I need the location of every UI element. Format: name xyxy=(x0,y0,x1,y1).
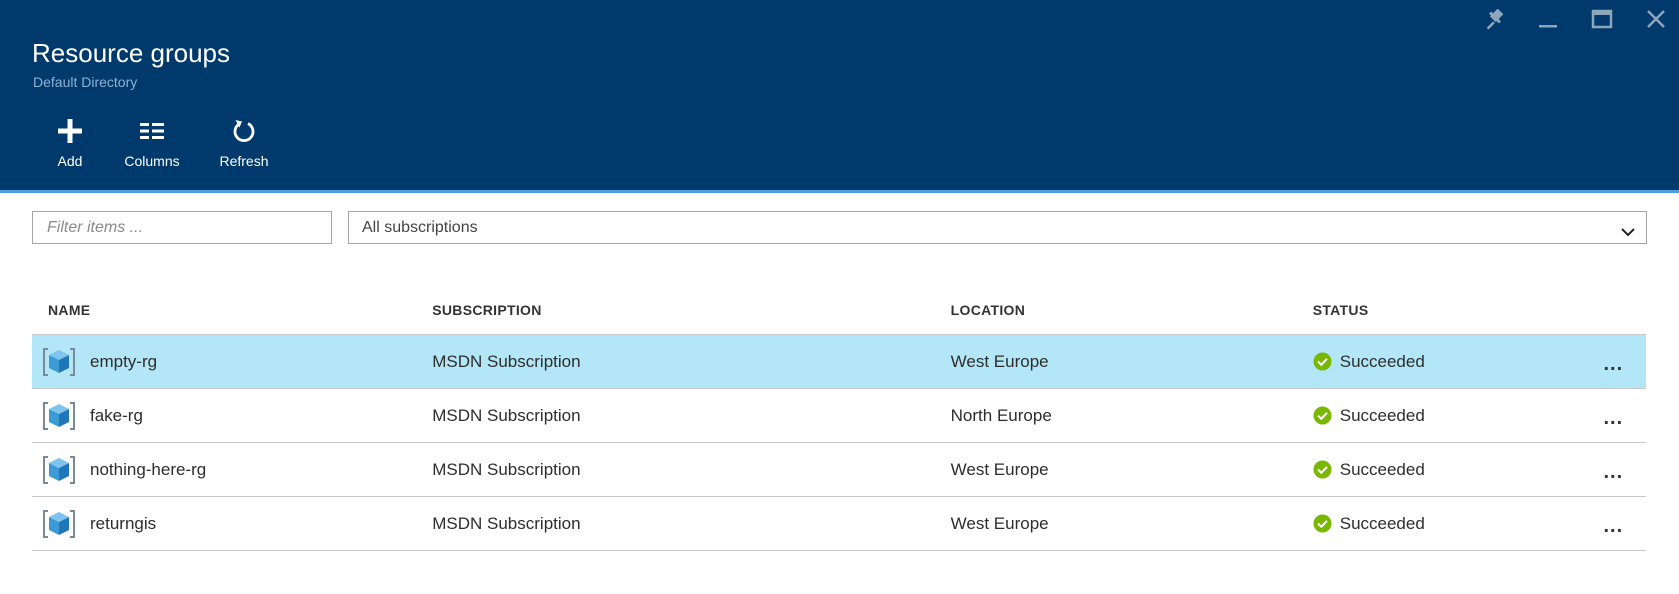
resource-group-icon xyxy=(42,345,76,379)
maximize-icon[interactable] xyxy=(1587,4,1617,34)
page-subtitle: Default Directory xyxy=(33,74,138,90)
location-cell: West Europe xyxy=(950,496,1313,551)
table-row[interactable]: fake-rg MSDN Subscription North Europe S… xyxy=(32,388,1646,443)
chevron-down-icon xyxy=(1620,220,1636,237)
status-text: Succeeded xyxy=(1339,513,1425,533)
page-title: Resource groups xyxy=(32,38,230,68)
status-text: Succeeded xyxy=(1339,459,1425,479)
success-check-icon xyxy=(1313,352,1332,371)
command-bar: Add Columns Refresh xyxy=(40,116,290,169)
success-check-icon xyxy=(1313,460,1332,479)
minimize-icon[interactable] xyxy=(1533,4,1563,34)
subscription-cell: MSDN Subscription xyxy=(432,334,951,389)
column-header-name[interactable]: NAME xyxy=(32,286,433,335)
location-cell: North Europe xyxy=(950,388,1313,443)
column-header-subscription[interactable]: SUBSCRIPTION xyxy=(432,286,951,335)
table-row[interactable]: empty-rg MSDN Subscription West Europe S… xyxy=(32,334,1646,389)
subscription-cell: MSDN Subscription xyxy=(432,388,951,443)
columns-icon xyxy=(137,116,167,146)
resource-group-name[interactable]: returngis xyxy=(90,514,156,534)
row-more-button[interactable]: ... xyxy=(1581,401,1646,430)
table-row[interactable]: returngis MSDN Subscription West Europe … xyxy=(32,496,1646,551)
location-cell: West Europe xyxy=(950,334,1313,389)
filter-input[interactable] xyxy=(32,211,332,244)
columns-label: Columns xyxy=(124,153,180,169)
refresh-button[interactable]: Refresh xyxy=(198,116,290,169)
column-header-actions xyxy=(1580,286,1646,335)
refresh-icon xyxy=(229,116,259,146)
resource-group-icon xyxy=(42,453,76,487)
success-check-icon xyxy=(1313,514,1332,533)
status-text: Succeeded xyxy=(1339,405,1425,425)
location-cell: West Europe xyxy=(950,442,1313,497)
resource-group-icon xyxy=(42,507,76,541)
resource-group-name[interactable]: nothing-here-rg xyxy=(90,460,206,480)
refresh-label: Refresh xyxy=(219,153,269,169)
filter-bar: All subscriptions xyxy=(32,211,1647,244)
window-controls xyxy=(1479,4,1671,34)
plus-icon xyxy=(55,116,85,146)
subscription-cell: MSDN Subscription xyxy=(432,496,951,551)
column-header-status[interactable]: STATUS xyxy=(1312,286,1581,335)
subscription-cell: MSDN Subscription xyxy=(432,442,951,497)
subscription-dropdown-value: All subscriptions xyxy=(362,219,478,236)
status-text: Succeeded xyxy=(1339,351,1425,371)
row-more-button[interactable]: ... xyxy=(1581,509,1646,538)
add-button[interactable]: Add xyxy=(40,116,100,169)
resource-group-name[interactable]: empty-rg xyxy=(90,352,157,372)
pin-icon[interactable] xyxy=(1479,4,1509,34)
table-row[interactable]: nothing-here-rg MSDN Subscription West E… xyxy=(32,442,1646,497)
subscription-dropdown[interactable]: All subscriptions xyxy=(348,211,1647,244)
column-header-location[interactable]: LOCATION xyxy=(950,286,1313,335)
columns-button[interactable]: Columns xyxy=(106,116,198,169)
blade-header: Resource groups Default Directory Add Co… xyxy=(0,0,1679,193)
row-more-button[interactable]: ... xyxy=(1581,347,1646,376)
close-icon[interactable] xyxy=(1641,4,1671,34)
success-check-icon xyxy=(1313,406,1332,425)
table-header-row: NAME SUBSCRIPTION LOCATION STATUS xyxy=(32,286,1646,335)
resource-group-icon xyxy=(42,399,76,433)
add-label: Add xyxy=(57,153,83,169)
row-more-button[interactable]: ... xyxy=(1581,455,1646,484)
resource-group-name[interactable]: fake-rg xyxy=(90,406,143,426)
resource-groups-table: NAME SUBSCRIPTION LOCATION STATUS empty-… xyxy=(32,286,1646,551)
